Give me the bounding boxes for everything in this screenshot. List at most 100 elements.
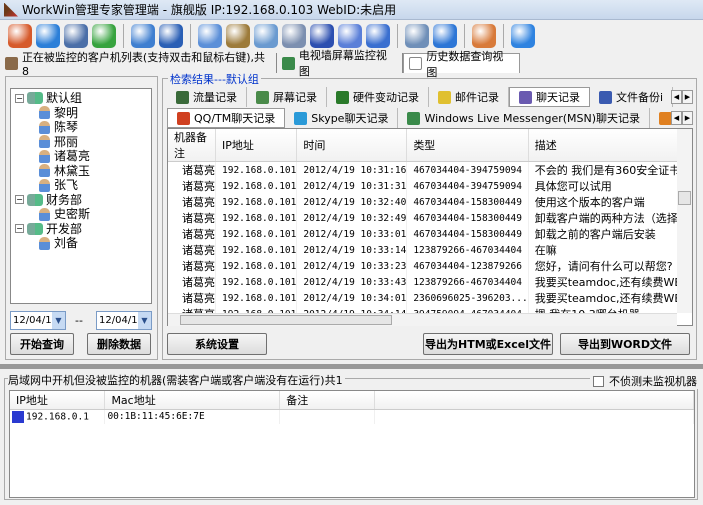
arrow-left-icon[interactable]: ◀ xyxy=(671,111,682,125)
column-header[interactable]: Mac地址 xyxy=(104,391,281,410)
tree-client[interactable]: 黎明 xyxy=(15,106,151,121)
table-row[interactable]: 诸葛亮 192.168.0.101 2012/4/19 10:32:40 467034… xyxy=(168,194,692,210)
arrow-right-icon[interactable]: ▶ xyxy=(682,90,693,104)
record-tab[interactable]: 屏幕记录 xyxy=(247,87,327,107)
chat-tab[interactable]: Windows Live Messenger(MSN)聊天记录 xyxy=(398,108,651,128)
column-header[interactable]: IP地址 xyxy=(10,391,106,410)
table-cell: 467034404-158300449 xyxy=(406,194,529,210)
chevron-down-icon[interactable]: ▼ xyxy=(52,312,65,329)
splitter[interactable] xyxy=(0,364,703,369)
date-to-picker[interactable]: 12/04/1 ▼ xyxy=(96,311,152,330)
table-row[interactable]: 诸葛亮 192.168.0.101 2012/4/19 10:33:01 467034… xyxy=(168,226,692,242)
column-header[interactable]: 备注 xyxy=(279,391,375,410)
arrow-right-icon[interactable]: ▶ xyxy=(682,111,693,125)
column-header[interactable]: 时间 xyxy=(296,129,408,162)
table-cell: 123879266-467034404 xyxy=(406,242,529,258)
list-icon[interactable] xyxy=(472,24,496,48)
tab-client-list[interactable]: 正在被监控的客户机列表(支持双击和鼠标右键),共8 xyxy=(0,51,277,78)
collapse-icon[interactable]: − xyxy=(15,93,24,103)
record-tab[interactable]: 硬件变动记录 xyxy=(327,87,429,107)
table-row[interactable]: 诸葛亮 192.168.0.101 2012/4/19 10:33:43 123879… xyxy=(168,274,692,290)
tree-group[interactable]: − 财务部 xyxy=(15,193,151,208)
document-search-icon[interactable] xyxy=(226,24,250,48)
toolbar-separator xyxy=(503,24,504,48)
tree-group[interactable]: − 开发部 xyxy=(15,222,151,237)
delete-data-button[interactable]: 删除数据 xyxy=(87,333,151,355)
chart-icon[interactable] xyxy=(131,24,155,48)
date-from-picker[interactable]: 12/04/1 ▼ xyxy=(10,311,66,330)
column-header[interactable]: 机器备注 xyxy=(168,129,216,162)
pause-icon[interactable] xyxy=(310,24,334,48)
windows-icon[interactable] xyxy=(8,24,32,48)
tab-tv-wall[interactable]: 电视墙屏幕监控视图 xyxy=(277,49,404,78)
user-icon xyxy=(39,207,50,221)
tab-label: 硬件变动记录 xyxy=(353,91,419,104)
key-icon[interactable] xyxy=(159,24,183,48)
book-icon[interactable] xyxy=(405,24,429,48)
column-header[interactable]: IP地址 xyxy=(215,129,298,162)
monitor-icon[interactable] xyxy=(64,24,88,48)
table-cell: 您好，请问有什么可以帮您? xyxy=(528,258,692,274)
lan-machines-table[interactable]: IP地址 Mac地址 备注 192.168.0.1 00:1B:11:45:6E:7E xyxy=(9,390,695,498)
tree-client[interactable]: 刘备 xyxy=(15,236,151,251)
tree-client[interactable]: 诸葛亮 xyxy=(15,149,151,164)
checkbox-box[interactable] xyxy=(593,375,604,387)
snowflake-icon[interactable] xyxy=(338,24,362,48)
system-settings-button[interactable]: 系统设置 xyxy=(167,333,267,355)
horizontal-scrollbar[interactable] xyxy=(168,313,677,326)
scroll-thumb[interactable] xyxy=(180,315,392,325)
group-tree[interactable]: − 默认组 黎明 陈琴 邢丽 诸葛亮 林黛玉 张飞 − 财务部 史密斯 − 开发部 刘备 xyxy=(10,88,152,304)
screens-icon[interactable] xyxy=(254,24,278,48)
table-cell: 诸葛亮 xyxy=(168,258,216,274)
mail-icon[interactable] xyxy=(198,24,222,48)
record-tab[interactable]: 聊天记录 xyxy=(509,87,590,107)
start-query-button[interactable]: 开始查询 xyxy=(10,333,74,355)
power-icon[interactable] xyxy=(366,24,390,48)
tree-client[interactable]: 史密斯 xyxy=(15,207,151,222)
chat-tab[interactable]: Skype聊天记录 xyxy=(285,108,399,128)
record-tab[interactable]: 邮件记录 xyxy=(429,87,509,107)
tree-group[interactable]: − 默认组 xyxy=(15,91,151,106)
export-html-excel-button[interactable]: 导出为HTM或Excel文件 xyxy=(423,333,553,355)
record-tab[interactable]: 流量记录 xyxy=(167,87,247,107)
toolbar-separator xyxy=(190,24,191,48)
vertical-scrollbar[interactable] xyxy=(677,129,692,313)
checkbox-label: 不侦测未监视机器 xyxy=(609,375,697,388)
chat-tab[interactable]: QQ/TM聊天记录 xyxy=(167,108,286,128)
table-row[interactable]: 诸葛亮 192.168.0.101 2012/4/19 10:33:14 123879… xyxy=(168,242,692,258)
table-row[interactable]: 192.168.0.1 00:1B:11:45:6E:7E xyxy=(10,409,695,424)
detect-unmonitored-checkbox[interactable]: 不侦测未监视机器 xyxy=(590,373,700,389)
column-header[interactable]: 类型 xyxy=(406,129,529,162)
tree-client-label: 林黛玉 xyxy=(54,163,91,178)
tree-client[interactable]: 张飞 xyxy=(15,178,151,193)
table-row[interactable]: 诸葛亮 192.168.0.101 2012/4/19 10:31:16 467034… xyxy=(168,161,692,178)
table-cell: 我要买teamdoc,还有续费WEBII xyxy=(528,290,692,306)
help-icon[interactable] xyxy=(511,24,535,48)
arrow-left-icon[interactable]: ◀ xyxy=(671,90,682,104)
tree-client[interactable]: 邢丽 xyxy=(15,135,151,150)
table-cell: 诸葛亮 xyxy=(168,226,216,242)
tree-client[interactable]: 陈琴 xyxy=(15,120,151,135)
collapse-icon[interactable]: − xyxy=(15,224,24,234)
scroll-thumb[interactable] xyxy=(678,191,691,205)
tree-client[interactable]: 林黛玉 xyxy=(15,164,151,179)
collapse-icon[interactable]: − xyxy=(15,195,24,205)
tab-label: 流量记录 xyxy=(193,91,237,104)
tab-label: 文件备份i xyxy=(616,91,664,104)
table-row[interactable]: 诸葛亮 192.168.0.101 2012/4/19 10:33:23 467034… xyxy=(168,258,692,274)
table-row[interactable]: 诸葛亮 192.168.0.101 2012/4/19 10:34:01 236069… xyxy=(168,290,692,306)
globe-icon[interactable] xyxy=(36,24,60,48)
disc-icon[interactable] xyxy=(282,24,306,48)
table-cell: 467034404-394759094 xyxy=(406,161,529,178)
table-row[interactable]: 诸葛亮 192.168.0.101 2012/4/19 10:32:49 467034… xyxy=(168,210,692,226)
table-row[interactable]: 诸葛亮 192.168.0.101 2012/4/19 10:31:31 467034… xyxy=(168,178,692,194)
export-word-button[interactable]: 导出到WORD文件 xyxy=(560,333,690,355)
lock-icon[interactable] xyxy=(433,24,457,48)
records-table[interactable]: 机器备注 IP地址 时间 类型 描述 诸葛亮 192.168.0.101 2012/4/19… xyxy=(167,128,693,326)
chevron-down-icon[interactable]: ▼ xyxy=(138,312,151,329)
table-cell: 2012/4/19 10:31:16 xyxy=(296,161,408,178)
users-icon[interactable] xyxy=(92,24,116,48)
column-header[interactable]: 描述 xyxy=(528,129,692,162)
tab-history[interactable]: 历史数据查询视图 xyxy=(403,50,520,79)
record-tab[interactable]: 文件备份i xyxy=(590,87,674,107)
